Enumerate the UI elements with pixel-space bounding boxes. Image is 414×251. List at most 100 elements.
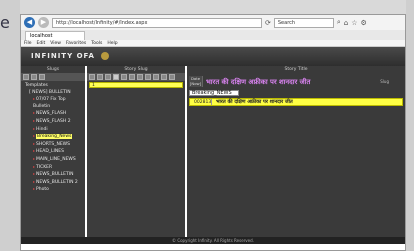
mid-toolbar <box>87 73 185 81</box>
tree-item-label: NEWS_FLASH 2 <box>36 118 71 124</box>
tree-item[interactable]: ▸07/07 Fix Top Bulletin <box>23 96 83 110</box>
tree-item-label: TICKER <box>36 164 53 170</box>
story-id: 002813 <box>190 99 212 105</box>
desktop-left-strip: e <box>0 0 20 251</box>
delete-icon[interactable] <box>31 74 37 80</box>
expand-arrow-icon[interactable]: ▸ <box>33 171 35 176</box>
tree-item-label: NEWS_BULLETIN <box>36 172 74 178</box>
menu-edit[interactable]: Edit <box>37 40 46 46</box>
expand-arrow-icon[interactable]: ▸ <box>33 118 35 123</box>
menu-favorites[interactable]: Favorites <box>66 40 86 46</box>
browser-search-input[interactable]: Search <box>273 17 334 28</box>
story-slug-pane: Story Slug 1 <box>87 66 185 244</box>
tree-item[interactable]: ▸Hindi <box>23 126 83 134</box>
settings-icon[interactable] <box>169 74 175 80</box>
cut-icon[interactable] <box>105 74 111 80</box>
copy-icon[interactable] <box>97 74 103 80</box>
expand-arrow-icon[interactable]: ▸ <box>33 96 35 101</box>
tree-item-label: MAIN_LINE_NEWS <box>36 156 76 162</box>
tree-item[interactable]: ▸NEWS_BULLETIN <box>23 171 83 179</box>
browser-window: ◀ ▶ http://localhost/Infinity/#/Index.as… <box>20 14 406 251</box>
left-toolbar <box>21 73 85 81</box>
story-slug-item[interactable]: 1 <box>89 82 183 88</box>
status-bar: © Copyright Infinity. All Rights Reserve… <box>21 237 405 244</box>
desktop-right-strip <box>406 0 414 251</box>
story-title: भारत की दक्षिण अफ्रीका पर शानदार जीत <box>216 99 293 105</box>
tree-item[interactable]: ▸SHORTS_NEWS <box>23 141 83 149</box>
tree-item[interactable]: ▸MAIN_LINE_NEWS <box>23 156 83 164</box>
expand-arrow-icon[interactable]: ▸ <box>33 141 35 146</box>
menu-bar: File Edit View Favorites Tools Help <box>21 40 405 47</box>
tree-item-label: NEWS_BULLETIN 2 <box>36 179 78 185</box>
story-row[interactable]: 002813 भारत की दक्षिण अफ्रीका पर शानदार … <box>189 98 403 106</box>
tree-item[interactable]: ▸ Breaking_News <box>23 133 83 141</box>
story-slug-list: 1 <box>89 82 183 88</box>
refresh-icon[interactable] <box>39 74 45 80</box>
slug-tree-pane: Slugs Templates [ NEWS] BULLETIN ▸07/07 … <box>21 66 85 244</box>
right-pane-header: Story Title <box>187 66 405 73</box>
expand-arrow-icon[interactable]: ▸ <box>33 179 35 184</box>
new-story-icon[interactable] <box>89 74 95 80</box>
refresh-icon[interactable]: ⟳ <box>265 19 271 27</box>
tree-item-label: Hindi <box>36 126 48 132</box>
filter-icon[interactable] <box>161 74 167 80</box>
expand-arrow-icon[interactable]: ▸ <box>33 148 35 153</box>
tree-group[interactable]: [ NEWS] BULLETIN <box>23 90 83 97</box>
expand-arrow-icon[interactable]: ▸ <box>33 186 35 191</box>
tree-item-label: HEAD_LINES <box>36 149 64 155</box>
save-icon[interactable] <box>113 74 119 80</box>
app-panes: Slugs Templates [ NEWS] BULLETIN ▸07/07 … <box>21 66 405 244</box>
address-row: ◀ ▶ http://localhost/Infinity/#/Index.as… <box>21 15 405 30</box>
tree-item-label: Breaking_News <box>36 134 73 140</box>
tree-root[interactable]: Templates <box>23 83 83 90</box>
app-title: INFINITY OFA <box>31 52 95 60</box>
add-icon[interactable] <box>23 74 29 80</box>
forward-arrow-icon[interactable]: ▶ <box>38 17 49 28</box>
story-headline[interactable]: भारत की दक्षिण अफ्रीका पर शानदार जीत <box>203 77 380 86</box>
app-logo-icon <box>101 52 110 60</box>
print-icon[interactable] <box>145 74 151 80</box>
desktop-logo: e <box>0 13 10 32</box>
tree-item[interactable]: ▸HEAD_LINES <box>23 148 83 156</box>
tree-item-label: 07/07 Fix Top Bulletin <box>33 97 66 109</box>
search-icon[interactable]: ⌕ <box>337 18 341 27</box>
left-pane-header: Slugs <box>21 66 85 73</box>
date-value: [Now] <box>189 81 202 86</box>
expand-arrow-icon[interactable]: ▸ <box>33 156 35 161</box>
back-arrow-icon[interactable]: ◀ <box>24 17 35 28</box>
screen: e ◀ ▶ http://localhost/Infinity/#/Index.… <box>0 0 414 251</box>
tree-item[interactable]: ▸Photo <box>23 186 83 194</box>
menu-tools[interactable]: Tools <box>91 40 102 46</box>
story-detail-pane: Story Title Date [Now] भारत की दक्षिण अफ… <box>187 66 405 244</box>
lock-icon[interactable] <box>153 74 159 80</box>
gear-icon[interactable]: ⚙ <box>361 19 367 27</box>
slug-tree: Templates [ NEWS] BULLETIN ▸07/07 Fix To… <box>21 81 85 196</box>
menu-view[interactable]: View <box>50 40 61 46</box>
mid-pane-header: Story Slug <box>87 66 185 73</box>
delete-icon[interactable] <box>121 74 127 80</box>
tree-item[interactable]: ▸NEWS_FLASH 2 <box>23 118 83 126</box>
tree-item-label: SHORTS_NEWS <box>36 141 70 147</box>
down-arrow-icon[interactable] <box>137 74 143 80</box>
expand-arrow-icon[interactable]: ▸ <box>33 126 35 131</box>
slug-tag: Slug <box>380 79 389 84</box>
tree-item[interactable]: ▸NEWS_FLASH <box>23 110 83 118</box>
tree-item[interactable]: ▸TICKER <box>23 164 83 172</box>
menu-help[interactable]: Help <box>107 40 117 46</box>
slug-input[interactable]: Breaking_NEWS <box>189 90 239 96</box>
tree-item-label: Photo <box>36 187 49 193</box>
tree-item-label: NEWS_FLASH <box>36 111 67 117</box>
star-icon[interactable]: ☆ <box>351 19 357 27</box>
up-arrow-icon[interactable] <box>129 74 135 80</box>
browser-tab[interactable]: localhost <box>25 31 85 40</box>
app-banner: INFINITY OFA <box>21 47 405 66</box>
expand-arrow-icon[interactable]: ▸ <box>33 110 35 115</box>
menu-file[interactable]: File <box>24 40 32 46</box>
expand-arrow-icon[interactable]: ▸ <box>33 164 35 169</box>
tree-item[interactable]: ▸NEWS_BULLETIN 2 <box>23 179 83 187</box>
expand-arrow-icon[interactable]: ▸ <box>33 133 35 138</box>
url-field[interactable]: http://localhost/Infinity/#/Index.aspx <box>52 17 262 28</box>
headline-box: Date [Now] भारत की दक्षिण अफ्रीका पर शान… <box>189 75 403 88</box>
date-cell: Date [Now] <box>189 76 203 87</box>
home-icon[interactable]: ⌂ <box>344 19 348 27</box>
